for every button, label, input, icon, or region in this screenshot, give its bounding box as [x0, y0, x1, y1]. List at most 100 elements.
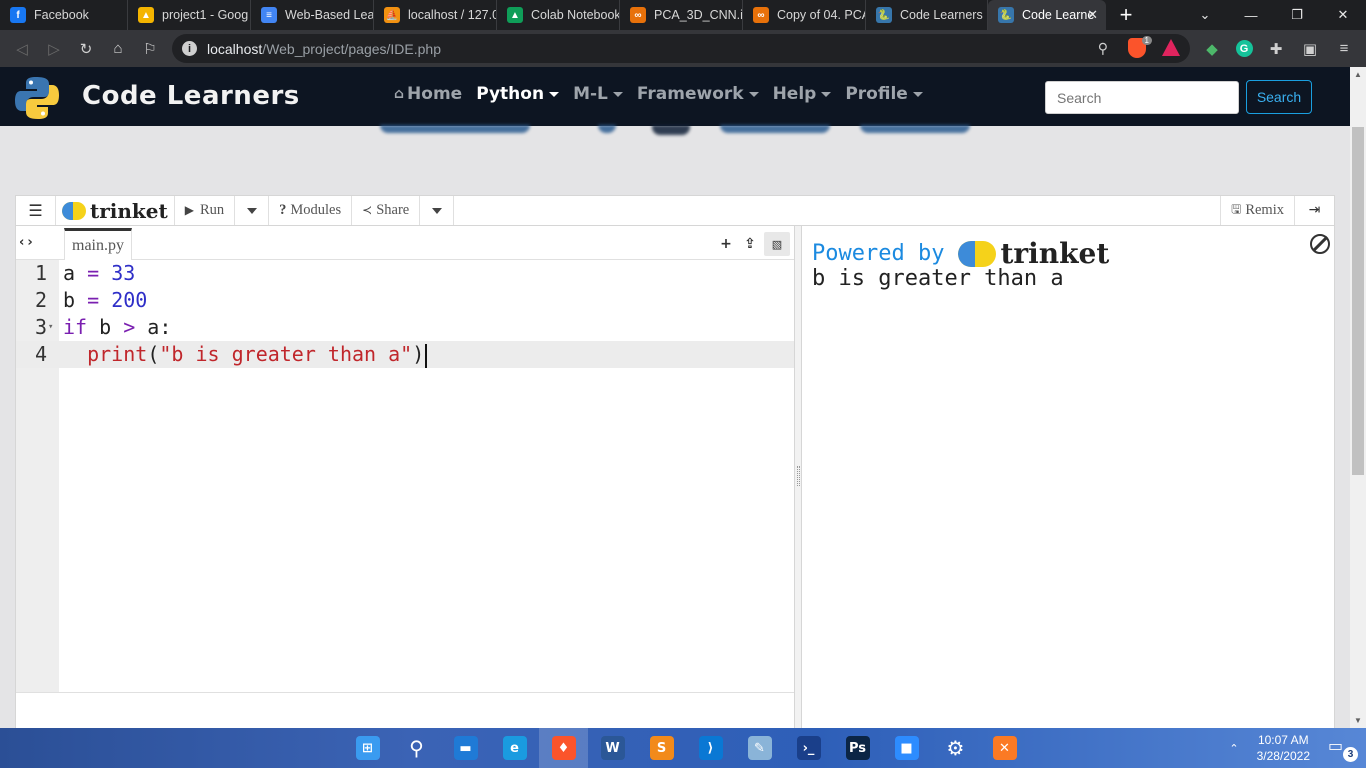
tab-label: Web-Based Lear [285, 8, 373, 22]
search-icon[interactable]: ⚲ [392, 728, 441, 768]
clock[interactable]: 10:07 AM 3/28/2022 [1257, 732, 1310, 764]
browser-tab[interactable]: f Facebook [0, 0, 128, 30]
browser-tab[interactable]: ∞ Copy of 04. PCA [743, 0, 866, 30]
browser-tab[interactable]: ▲ project1 - Goog [128, 0, 251, 30]
code-line[interactable]: 1 a = 33 [16, 260, 794, 287]
scrollbar-thumb[interactable] [1352, 127, 1364, 475]
share-options-dropdown[interactable] [420, 196, 455, 225]
nav-item-python[interactable]: Python [476, 84, 560, 104]
browser-tab[interactable]: ▲ Colab Notebook [497, 0, 620, 30]
site-search-input[interactable] [1045, 81, 1239, 114]
zoom-icon[interactable]: ⚲ [1098, 40, 1108, 57]
nav-item-help[interactable]: Help [773, 84, 832, 104]
run-button[interactable]: ▶ Run [175, 196, 236, 225]
trinket-logo[interactable]: trinket [56, 196, 175, 225]
file-explorer-icon[interactable]: ▬ [441, 728, 490, 768]
nav-item-framework[interactable]: Framework [637, 84, 759, 104]
wallet-icon[interactable]: ▣ [1294, 30, 1326, 67]
remix-button[interactable]: 🖫 Remix [1220, 196, 1294, 225]
home-icon: ⌂ [394, 86, 405, 102]
upload-icon[interactable]: ⇪ [740, 236, 760, 252]
browser-tab[interactable]: ⛵ localhost / 127.0 [374, 0, 497, 30]
vscode-icon[interactable]: ⟩ [686, 728, 735, 768]
tab-search-icon[interactable]: ⌄ [1182, 0, 1228, 30]
scroll-up-icon[interactable]: ▲ [1354, 70, 1362, 79]
browser-menu-icon[interactable]: ≡ [1328, 30, 1360, 67]
nav-item-m-l[interactable]: M-L [573, 84, 623, 104]
share-button[interactable]: ≺ Share [352, 196, 421, 225]
sublime-icon[interactable]: S [637, 728, 686, 768]
text-cursor [425, 343, 427, 368]
grammarly-icon[interactable]: G [1228, 30, 1260, 67]
fold-arrow-icon[interactable]: ▾ [48, 314, 53, 341]
bookmark-button[interactable]: ⚐ [134, 30, 166, 67]
code-line[interactable]: 4 print("b is greater than a") [16, 341, 794, 368]
image-library-icon[interactable]: ▧ [764, 232, 790, 256]
python-logo-icon[interactable] [14, 75, 60, 121]
extension-icon[interactable]: ◆ [1196, 30, 1228, 67]
clock-time: 10:07 AM [1257, 733, 1309, 747]
site-title[interactable]: Code Learners [82, 81, 300, 111]
output-pane: Powered by trinket b is greater than a [802, 226, 1334, 728]
new-tab-button[interactable]: + [1106, 0, 1146, 30]
site-navbar: Code Learners ⌂ Home Python M-L Framework Hel… [0, 67, 1350, 126]
powershell-icon[interactable]: ›_ [784, 728, 833, 768]
pane-splitter[interactable] [794, 226, 802, 728]
line-number: 3 [34, 315, 47, 339]
close-tab-icon[interactable]: ✕ [1087, 7, 1098, 23]
code-line[interactable]: 2 b = 200 [16, 287, 794, 314]
forward-button[interactable]: ▷ [38, 30, 70, 67]
modules-button[interactable]: ? Modules [269, 196, 353, 225]
code-lines[interactable]: 1a = 33 2 b = 200 3 ▾ if b > a: 4 print("b is … [16, 260, 794, 380]
browser-tab[interactable]: ∞ PCA_3D_CNN.ip [620, 0, 743, 30]
browser-tab[interactable]: ≡ Web-Based Lear [251, 0, 374, 30]
site-info-icon[interactable]: i [182, 41, 197, 56]
clear-output-icon[interactable] [1310, 234, 1330, 254]
code-text: b = 200 [63, 288, 148, 312]
xampp-icon[interactable]: ✕ [980, 728, 1029, 768]
add-file-icon[interactable]: + [716, 236, 736, 252]
trinket-logo-icon [62, 201, 86, 220]
notepad-icon[interactable]: ✎ [735, 728, 784, 768]
word-icon[interactable]: W [588, 728, 637, 768]
edge-icon[interactable]: e [490, 728, 539, 768]
photoshop-icon[interactable]: Ps [833, 728, 882, 768]
scroll-down-icon[interactable]: ▼ [1354, 716, 1362, 725]
tab-label: project1 - Goog [162, 8, 249, 22]
browser-tab[interactable]: 🐍 Code Learne ✕ [988, 0, 1106, 30]
window-controls: ⌄ — ❐ ✕ [1182, 0, 1366, 30]
zoom-icon[interactable]: ■ [882, 728, 931, 768]
notification-center-icon[interactable]: ▭ 3 [1328, 736, 1358, 762]
page-scrollbar[interactable]: ▲ ▼ [1350, 67, 1366, 728]
extensions-puzzle-icon[interactable]: ✚ [1260, 30, 1292, 67]
code-line[interactable]: 3 ▾ if b > a: [16, 314, 794, 341]
login-button[interactable]: ⇥ [1294, 196, 1334, 225]
program-output: b is greater than a [812, 266, 1064, 291]
chevron-up-icon[interactable]: ⌃ [1229, 742, 1238, 755]
code-arrows-icon[interactable]: ‹› [19, 235, 36, 250]
file-tab-main[interactable]: main.py [64, 228, 132, 260]
file-tabs-bar: ‹› main.py + ⇪ ▧ [16, 226, 794, 260]
tab-label: Code Learners [900, 8, 983, 22]
browser-tab[interactable]: 🐍 Code Learners [866, 0, 988, 30]
settings-icon[interactable]: ⚙ [931, 728, 980, 768]
shields-count-badge: 1 [1141, 36, 1152, 45]
brave-rewards-icon[interactable] [1162, 39, 1180, 56]
minimize-button[interactable]: — [1228, 0, 1274, 30]
powered-by-label: Powered by [812, 241, 945, 266]
close-window-button[interactable]: ✕ [1320, 0, 1366, 30]
trinket-embed: ☰ trinket ▶ Run ? Modules ≺ Share 🖫 Remix ⇥ … [15, 195, 1335, 728]
restore-button[interactable]: ❐ [1274, 0, 1320, 30]
address-bar[interactable]: i localhost/Web_project/pages/IDE.php ⚲ … [172, 34, 1190, 63]
nav-item-profile[interactable]: Profile [845, 84, 923, 104]
back-button[interactable]: ◁ [6, 30, 38, 67]
home-button[interactable]: ⌂ [102, 30, 134, 67]
run-options-dropdown[interactable] [235, 196, 270, 225]
reload-button[interactable]: ↻ [70, 30, 102, 67]
nav-item-home[interactable]: ⌂ Home [394, 84, 462, 104]
caret-down-icon [246, 207, 257, 214]
trinket-menu-button[interactable]: ☰ [16, 196, 56, 225]
site-search-button[interactable]: Search [1246, 80, 1312, 114]
start-icon[interactable]: ⊞ [343, 728, 392, 768]
brave-icon[interactable]: ♦ [539, 728, 588, 768]
